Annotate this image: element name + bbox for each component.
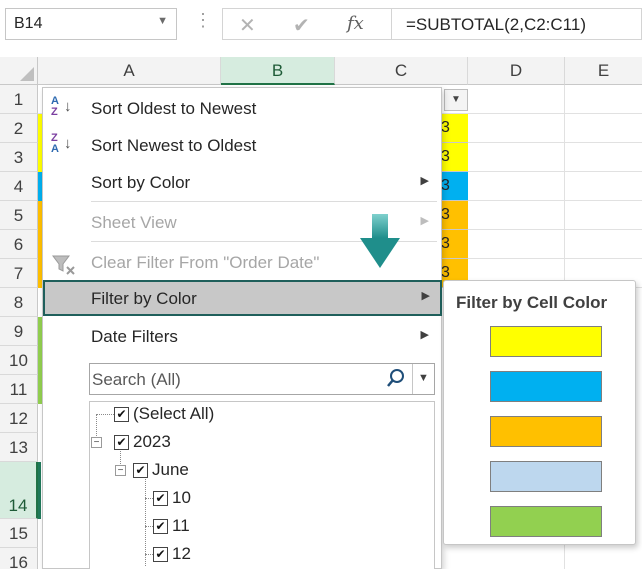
filter-by-color-submenu: Filter by Cell Color	[443, 280, 636, 545]
tree-connector	[145, 498, 153, 499]
checkbox-checked[interactable]: ✔	[153, 491, 168, 506]
insert-function-icon[interactable]: fx	[347, 13, 364, 34]
chevron-down-icon: ▼	[451, 94, 461, 105]
name-box-value: B14	[14, 15, 43, 32]
column-header-c[interactable]: C	[335, 57, 468, 85]
chevron-right-icon: ▶	[421, 290, 430, 302]
menu-item-filter-by-color[interactable]: Filter by Color ▶	[43, 280, 442, 316]
color-swatch-green[interactable]	[490, 506, 602, 537]
column-header-d[interactable]: D	[468, 57, 565, 85]
formula-buttons: ✕ ✔ fx	[222, 8, 392, 40]
chevron-down-icon: ▼	[418, 372, 429, 384]
filter-search-input[interactable]: Search (All) ▼	[89, 363, 435, 395]
row-header[interactable]: 4	[0, 172, 38, 201]
search-icon[interactable]	[386, 368, 406, 390]
tree-item-label: 11	[172, 516, 190, 535]
color-swatch-orange[interactable]	[490, 416, 602, 447]
sort-ascending-icon: A Z ↓	[51, 95, 72, 118]
cell-value-partial: 3	[441, 235, 450, 252]
cell-value-partial: 3	[441, 119, 450, 136]
submenu-title: Filter by Cell Color	[456, 293, 608, 312]
tree-connector	[145, 526, 153, 527]
color-swatch-blue[interactable]	[490, 371, 602, 402]
filter-dropdown-button[interactable]: ▼	[444, 89, 468, 111]
row-header[interactable]: 7	[0, 259, 38, 288]
tree-item-label: (Select All)	[133, 404, 215, 423]
menu-item-date-filters[interactable]: Date Filters ▶	[43, 319, 441, 355]
chevron-right-icon: ▶	[420, 175, 429, 187]
menu-item-label: Sort Oldest to Newest	[91, 99, 257, 118]
tree-item-label: 10	[172, 488, 191, 507]
checkbox-checked[interactable]: ✔	[133, 463, 148, 478]
tree-item-label: 2023	[133, 432, 171, 451]
row-header[interactable]: 1	[0, 85, 38, 114]
clear-filter-icon	[52, 255, 75, 275]
color-swatch-yellow[interactable]	[490, 326, 602, 357]
column-header-a[interactable]: A	[38, 57, 221, 85]
row-header[interactable]: 6	[0, 230, 38, 259]
row-header[interactable]: 5	[0, 201, 38, 230]
formula-input[interactable]: =SUBTOTAL(2,C2:C11)	[392, 8, 642, 40]
cell-value-partial: 3	[441, 177, 450, 194]
cell-value-partial: 3	[441, 148, 450, 165]
row-header[interactable]: 8	[0, 288, 38, 317]
checkbox-checked[interactable]: ✔	[153, 547, 168, 562]
row-header[interactable]: 2	[0, 114, 38, 143]
tree-item-label: June	[152, 460, 189, 479]
checkbox-checked[interactable]: ✔	[114, 435, 129, 450]
menu-item-sort-by-color[interactable]: Sort by Color ▶	[43, 165, 441, 201]
menu-separator	[91, 201, 437, 202]
autofilter-menu: A Z ↓ Sort Oldest to Newest Z A ↓ Sort Newes…	[42, 87, 442, 569]
arrow-down-icon	[360, 214, 400, 268]
row-header[interactable]: 13	[0, 433, 38, 462]
search-placeholder: Search (All)	[92, 370, 181, 389]
menu-item-label: Date Filters	[91, 327, 178, 346]
menu-item-label: Sort Newest to Oldest	[91, 136, 257, 155]
column-header-e[interactable]: E	[565, 57, 642, 85]
cell-value-partial: 3	[441, 206, 450, 223]
sort-descending-icon: Z A ↓	[51, 132, 72, 155]
row-header[interactable]: 16	[0, 548, 38, 569]
row-header[interactable]: 10	[0, 346, 38, 375]
chevron-right-icon: ▶	[420, 329, 429, 341]
row-header[interactable]: 3	[0, 143, 38, 172]
collapse-icon[interactable]: −	[115, 465, 126, 476]
column-header-b[interactable]: B	[221, 57, 335, 85]
row-header[interactable]: 15	[0, 519, 38, 548]
checkbox-checked[interactable]: ✔	[114, 407, 129, 422]
cancel-icon[interactable]: ✕	[239, 13, 256, 38]
tree-item-label: 12	[172, 544, 191, 563]
row-header-selected[interactable]: 14	[0, 462, 38, 519]
tree-connector	[145, 554, 153, 555]
menu-item-label: Sort by Color	[91, 173, 191, 192]
chevron-down-icon[interactable]: ▼	[157, 15, 168, 27]
filter-value-tree: ✔ (Select All) − ✔ 2023 − ✔ June ✔ 10 ✔ …	[89, 401, 435, 569]
row-header[interactable]: 9	[0, 317, 38, 346]
formula-text: =SUBTOTAL(2,C2:C11)	[406, 15, 586, 34]
select-all-corner[interactable]	[0, 57, 38, 85]
formula-bar: B14 ▼ ⋮ ✕ ✔ fx =SUBTOTAL(2,C2:C11)	[0, 0, 642, 56]
row-header[interactable]: 11	[0, 375, 38, 404]
collapse-icon[interactable]: −	[91, 437, 102, 448]
checkbox-checked[interactable]: ✔	[153, 519, 168, 534]
menu-item-label: Clear Filter From "Order Date"	[91, 253, 320, 272]
name-box[interactable]: B14 ▼	[5, 8, 177, 40]
menu-item-label: Sheet View	[91, 213, 177, 232]
chevron-right-icon: ▶	[420, 215, 429, 227]
menu-item-sort-oldest-to-newest[interactable]: A Z ↓ Sort Oldest to Newest	[43, 91, 441, 127]
color-swatch-light-blue[interactable]	[490, 461, 602, 492]
menu-item-sort-newest-to-oldest[interactable]: Z A ↓ Sort Newest to Oldest	[43, 128, 441, 164]
selection-edge	[38, 462, 41, 519]
row-header[interactable]: 12	[0, 404, 38, 433]
tree-connector	[145, 476, 146, 566]
enter-icon[interactable]: ✔	[293, 13, 310, 38]
more-options-icon: ⋮	[194, 10, 212, 30]
search-options-dropdown[interactable]: ▼	[412, 364, 434, 394]
menu-item-label: Filter by Color	[91, 289, 197, 308]
